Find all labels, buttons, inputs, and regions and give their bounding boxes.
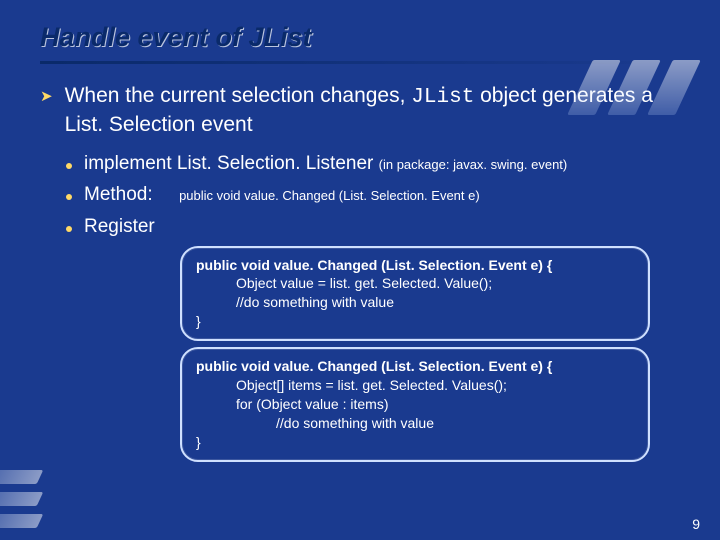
- slide-title: Handle event of JList: [0, 0, 720, 59]
- page-number: 9: [692, 516, 700, 532]
- bullet-text: implement List. Selection. Listener (in …: [84, 151, 567, 177]
- code-box-1: public void value. Changed (List. Select…: [180, 246, 650, 342]
- method-signature: public void value. Changed (List. Select…: [179, 188, 480, 203]
- text-small: (in package: javax. swing. event): [379, 157, 568, 172]
- code-line: for (Object value : items): [196, 395, 634, 414]
- slide-body: ➤ When the current selection changes, JL…: [0, 82, 720, 462]
- code-box-2: public void value. Changed (List. Select…: [180, 347, 650, 461]
- bullet-text: Method: public void value. Changed (List…: [84, 182, 480, 208]
- title-underline: [40, 61, 680, 64]
- text: When the current selection changes,: [65, 84, 412, 107]
- decor-stripes-bottom: [0, 470, 70, 530]
- bullet-level2: Method: public void value. Changed (List…: [66, 182, 684, 208]
- text: implement List. Selection. Listener: [84, 153, 379, 174]
- code-line: }: [196, 313, 201, 329]
- bullet-text: Register: [84, 214, 155, 240]
- dot-icon: [66, 226, 72, 232]
- code-line: Object[] items = list. get. Selected. Va…: [196, 376, 634, 395]
- code-line: //do something with value: [196, 293, 634, 312]
- bullet-level2: Register: [66, 214, 684, 240]
- dot-icon: [66, 194, 72, 200]
- code-signature: public void value. Changed (List. Select…: [196, 257, 552, 273]
- code-line: //do something with value: [196, 414, 634, 433]
- bullet-level1-text: When the current selection changes, JLis…: [65, 82, 684, 139]
- code-line: }: [196, 434, 201, 450]
- code-signature: public void value. Changed (List. Select…: [196, 358, 552, 374]
- code-inline: JList: [411, 86, 474, 109]
- dot-icon: [66, 163, 72, 169]
- code-line: Object value = list. get. Selected. Valu…: [196, 274, 634, 293]
- bullet-level2: implement List. Selection. Listener (in …: [66, 151, 684, 177]
- text: Method:: [84, 184, 153, 205]
- arrow-icon: ➤: [40, 87, 53, 139]
- bullet-level1: ➤ When the current selection changes, JL…: [40, 82, 684, 139]
